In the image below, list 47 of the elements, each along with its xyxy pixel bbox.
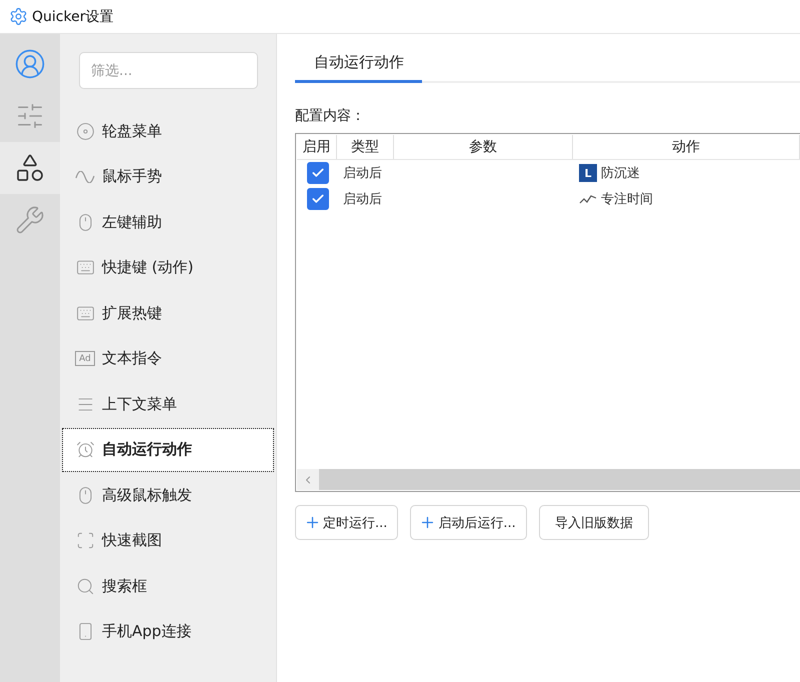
column-header[interactable]: 参数 [394,135,573,159]
nav-item[interactable]: 扩展热键 [63,292,273,334]
action-button[interactable]: 导入旧版数据 [538,505,649,540]
nav-item[interactable]: 自动运行动作 [63,428,273,470]
nav-item[interactable]: 快速截图 [63,520,273,562]
search-icon [76,576,94,596]
check-icon [311,166,325,180]
action-button[interactable]: 定时运行... [295,505,398,540]
nav-item[interactable]: 高级鼠标触发 [63,474,273,516]
action-icon: L [579,164,597,182]
wave-icon [75,170,95,182]
column-header[interactable]: 启用 [297,135,337,159]
alarm-clock-icon [76,440,94,459]
checkbox[interactable] [307,188,329,210]
column-header[interactable]: 动作 [573,135,800,159]
ad-icon: Ad [75,351,95,366]
user-icon [14,48,46,80]
rail-button[interactable] [0,142,60,194]
table-cell-text: 启动后 [342,165,383,182]
wrench-icon [15,205,45,235]
action-button[interactable]: 启动后运行... [410,505,527,540]
table-cell-text: 专注时间 [601,191,653,208]
sliders-icon [15,101,45,131]
keyboard-icon [76,304,94,322]
screenshot-icon [76,531,94,550]
window-title: Quicker设置 [32,8,114,26]
table-cell-text: 防沉迷 [601,165,640,182]
scrollbar[interactable] [297,469,800,490]
column-header[interactable]: 类型 [337,135,394,159]
section-label: 配置内容： [295,107,366,125]
disc-icon [76,122,94,140]
settings-icon [9,7,28,26]
nav-item[interactable]: 手机App连接 [63,610,273,652]
nav-item[interactable]: Ad 文本指令 [63,338,273,380]
nav-item[interactable]: 搜索框 [63,565,273,607]
table-cell-text: 启动后 [342,191,383,208]
checkbox[interactable] [307,162,329,184]
nav-item[interactable]: 上下文菜单 [63,383,273,425]
nav-item[interactable]: 左键辅助 [63,201,273,243]
nav-item[interactable]: 快捷键 (动作) [63,246,273,288]
keyboard-icon [76,258,94,277]
nav-item[interactable]: 鼠标手势 [63,156,273,198]
tab[interactable]: 自动运行动作 [295,44,422,83]
filter-field[interactable]: 筛选... [79,52,258,89]
nav-item[interactable]: 轮盘菜单 [63,110,273,152]
check-icon [311,192,325,206]
shapes-icon [14,152,46,184]
